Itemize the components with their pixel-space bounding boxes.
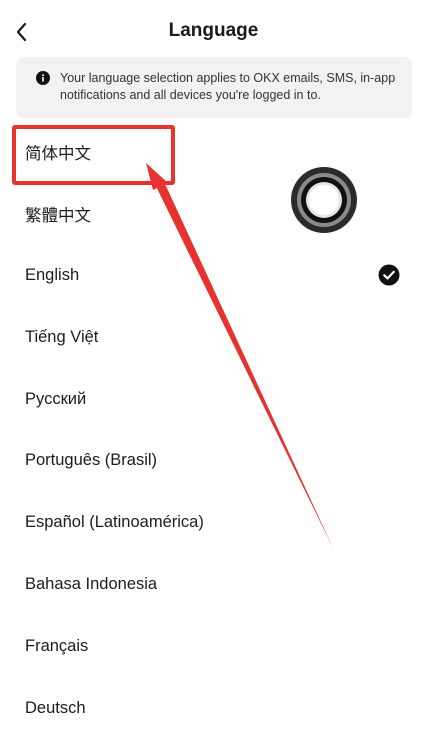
info-text: Your language selection applies to OKX e… <box>60 71 396 102</box>
language-label: Português (Brasil) <box>25 451 158 470</box>
language-item-german[interactable]: Deutsch <box>0 677 427 739</box>
page-title: Language <box>168 20 259 41</box>
language-label: Русский <box>25 389 87 408</box>
language-item-english[interactable]: English <box>0 245 427 307</box>
language-label: Tiếng Việt <box>25 327 99 346</box>
language-item-french[interactable]: Français <box>0 615 427 677</box>
info-banner: Your language selection applies to OKX e… <box>16 57 412 118</box>
language-item-portuguese[interactable]: Português (Brasil) <box>0 430 427 492</box>
annotation-highlight-box <box>12 125 175 185</box>
check-circle-icon <box>378 264 400 286</box>
language-item-vietnamese[interactable]: Tiếng Việt <box>0 306 427 368</box>
language-item-indonesian[interactable]: Bahasa Indonesia <box>0 554 427 616</box>
loading-ring-icon <box>291 167 357 233</box>
language-label: Español (Latinoamérica) <box>25 513 204 532</box>
header: Language <box>0 0 427 58</box>
language-item-spanish[interactable]: Español (Latinoamérica) <box>0 492 427 554</box>
language-label: English <box>25 265 80 284</box>
language-label: Bahasa Indonesia <box>25 574 158 593</box>
language-list: 简体中文 繁體中文 English Tiếng Việt Русский Por… <box>0 121 427 739</box>
language-label: Deutsch <box>25 698 86 717</box>
language-item-russian[interactable]: Русский <box>0 368 427 430</box>
language-item-zh-hant[interactable]: 繁體中文 <box>0 183 427 245</box>
info-icon <box>36 71 50 85</box>
language-label: Français <box>25 636 89 655</box>
language-label: 繁體中文 <box>25 206 91 225</box>
